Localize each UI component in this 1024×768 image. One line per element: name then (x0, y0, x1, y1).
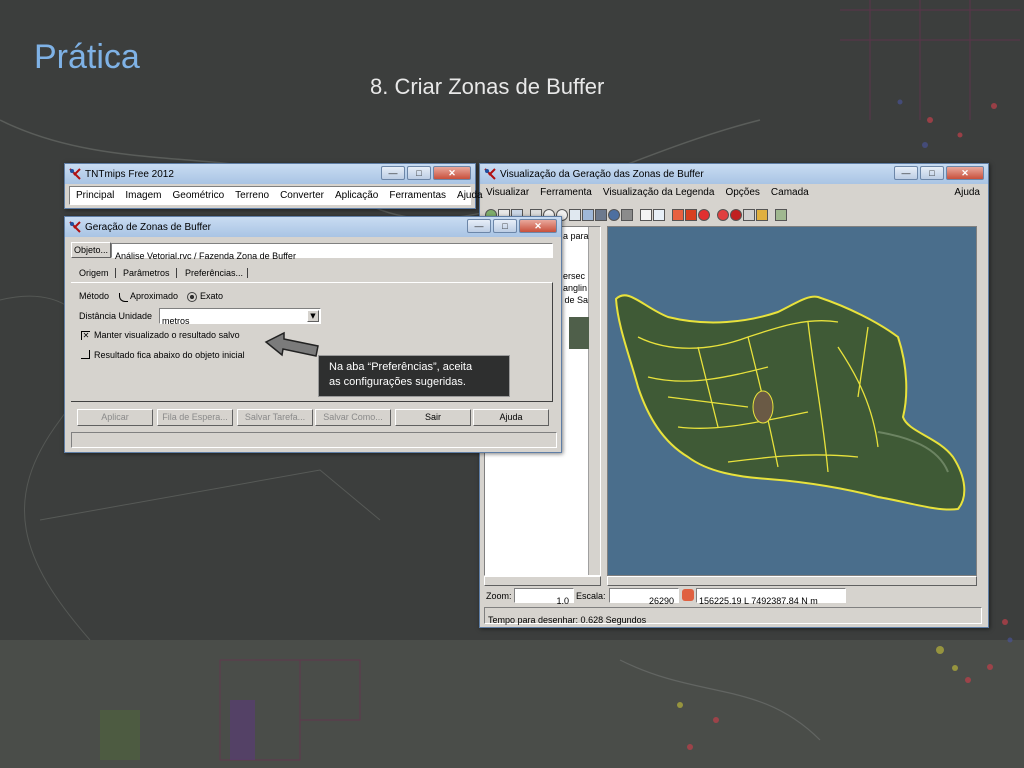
viewer-menubar: Visualizar Ferramenta Visualização da Le… (480, 184, 988, 204)
minimize-button[interactable]: — (894, 166, 918, 180)
viewer-statusbar-top: Zoom: 1.0 Escala: 26290 156225.19 L 7492… (484, 587, 982, 606)
menu-converter[interactable]: Converter (280, 190, 324, 201)
keep-visible-checkbox[interactable]: ✕ (81, 331, 90, 340)
viewer-title: Visualização da Geração das Zonas de Buf… (500, 168, 704, 180)
menu-opcoes[interactable]: Opções (725, 187, 759, 201)
scale-field[interactable]: 26290 (609, 588, 679, 606)
arrows-icon[interactable] (672, 209, 684, 221)
method-approx-label[interactable]: Aproximado (130, 291, 178, 301)
arrow-right-icon[interactable] (685, 209, 697, 221)
close-button[interactable]: ✕ (519, 219, 557, 233)
menu-ferramenta[interactable]: Ferramenta (540, 187, 592, 201)
tab-parametros[interactable]: Parâmetros (123, 268, 177, 278)
object-button[interactable]: Objeto... (71, 242, 111, 258)
tntmips-app-icon (69, 168, 81, 180)
scale-label: Escala: (576, 591, 606, 601)
legend-fragment-3: anglin (563, 283, 588, 293)
map-hscrollbar[interactable] (607, 576, 977, 586)
callout-arrow (264, 331, 319, 357)
callout-note: Na aba “Preferências”, aceita as configu… (318, 355, 510, 397)
menu-ferramentas[interactable]: Ferramentas (389, 190, 446, 201)
zoom-field[interactable]: 1.0 (514, 588, 574, 606)
zoom-label: Zoom: (486, 591, 512, 601)
main-title: TNTmips Free 2012 (85, 168, 174, 180)
main-menubar: Principal Imagem Geométrico Terreno Conv… (69, 186, 483, 205)
close-button[interactable]: ✕ (433, 166, 471, 180)
measure-icon[interactable] (653, 209, 665, 221)
tntmips-main-window: TNTmips Free 2012 — □ ✕ Principal Imagem… (64, 163, 483, 209)
menu-imagem[interactable]: Imagem (125, 190, 161, 201)
menu-geometrico[interactable]: Geométrico (172, 190, 224, 201)
menu-aplicacao[interactable]: Aplicação (335, 190, 378, 201)
exit-button[interactable]: Sair (395, 409, 471, 426)
island-map (614, 294, 966, 511)
info-icon[interactable] (640, 209, 652, 221)
menu-principal[interactable]: Principal (76, 190, 114, 201)
edit-icon[interactable] (756, 209, 768, 221)
queue-button[interactable]: Fila de Espera... (157, 409, 233, 426)
main-titlebar[interactable]: TNTmips Free 2012 — □ ✕ (65, 164, 475, 184)
legend-hscrollbar[interactable] (484, 576, 601, 586)
callout-line-2: as configurações sugeridas. (329, 376, 466, 388)
help-button[interactable]: Ajuda (473, 409, 549, 426)
slide-subtitle: 8. Criar Zonas de Buffer (370, 74, 605, 99)
coords-icon[interactable] (682, 589, 694, 601)
maximize-button[interactable]: □ (920, 166, 944, 180)
method-exact-radio[interactable] (187, 292, 197, 302)
keep-visible-label[interactable]: Manter visualizado o resultado salvo (94, 330, 240, 340)
result-below-label[interactable]: Resultado fica abaixo do objeto inicial (94, 350, 245, 360)
object-path-field[interactable]: Análise Vetorial.rvc / Fazenda Zona de B… (111, 243, 553, 261)
method-approx-radio[interactable] (119, 293, 128, 302)
chevron-down-icon[interactable]: ▼ (307, 310, 319, 322)
distance-unit-label: Distância Unidade (79, 311, 153, 321)
legend-vscrollbar[interactable] (588, 227, 600, 575)
result-below-checkbox[interactable] (81, 350, 90, 359)
stop-icon[interactable] (698, 209, 710, 221)
buffer-title: Geração de Zonas de Buffer (85, 221, 212, 233)
menu-visualizar[interactable]: Visualizar (486, 187, 529, 201)
map-canvas[interactable] (607, 226, 977, 576)
viewer-status: Tempo para desenhar: 0.628 Segundos (484, 607, 982, 625)
menu-ajuda[interactable]: Ajuda (954, 187, 980, 198)
layers-icon[interactable] (775, 209, 787, 221)
slide-title: Prática (34, 38, 140, 76)
viewer-titlebar[interactable]: Visualização da Geração das Zonas de Buf… (480, 164, 988, 184)
maximize-button[interactable]: □ (407, 166, 431, 180)
apply-button[interactable]: Aplicar (77, 409, 153, 426)
close-button[interactable]: ✕ (946, 166, 984, 180)
zoom-layer-icon[interactable] (582, 209, 594, 221)
save-as-button[interactable]: Salvar Como... (315, 409, 391, 426)
camera-icon[interactable] (621, 209, 633, 221)
save-task-button[interactable]: Salvar Tarefa... (237, 409, 313, 426)
buffer-titlebar[interactable]: Geração de Zonas de Buffer — □ ✕ (65, 217, 561, 237)
maximize-button[interactable]: □ (493, 219, 517, 233)
find-icon[interactable] (717, 209, 729, 221)
menu-ajuda[interactable]: Ajuda (457, 190, 483, 201)
minimize-button[interactable]: — (381, 166, 405, 180)
coords-field: 156225.19 L 7492387.84 N m (696, 588, 846, 606)
distance-unit-select[interactable]: metros ▼ (159, 308, 321, 326)
tab-preferencias[interactable]: Preferências... (185, 268, 249, 278)
globe-icon[interactable] (608, 209, 620, 221)
tntmips-app-icon (69, 221, 81, 233)
tab-origem[interactable]: Origem (79, 268, 116, 278)
menu-camada[interactable]: Camada (771, 187, 809, 201)
tntmips-app-icon (484, 168, 496, 180)
zoom-box-icon[interactable] (569, 209, 581, 221)
legend-thumbnail (569, 317, 589, 349)
menu-visualizacao-legenda[interactable]: Visualização da Legenda (603, 187, 715, 201)
legend-fragment-2: ersec (563, 271, 586, 281)
zoom-full-icon[interactable] (595, 209, 607, 221)
legend-fragment-1: a para (563, 231, 589, 241)
method-label: Método (79, 291, 110, 301)
select-icon[interactable] (743, 209, 755, 221)
method-exact-label[interactable]: Exato (200, 291, 223, 301)
buffer-status-field (71, 432, 557, 448)
callout-line-1: Na aba “Preferências”, aceita (329, 361, 473, 373)
menu-terreno[interactable]: Terreno (235, 190, 269, 201)
target-icon[interactable] (730, 209, 742, 221)
minimize-button[interactable]: — (467, 219, 491, 233)
